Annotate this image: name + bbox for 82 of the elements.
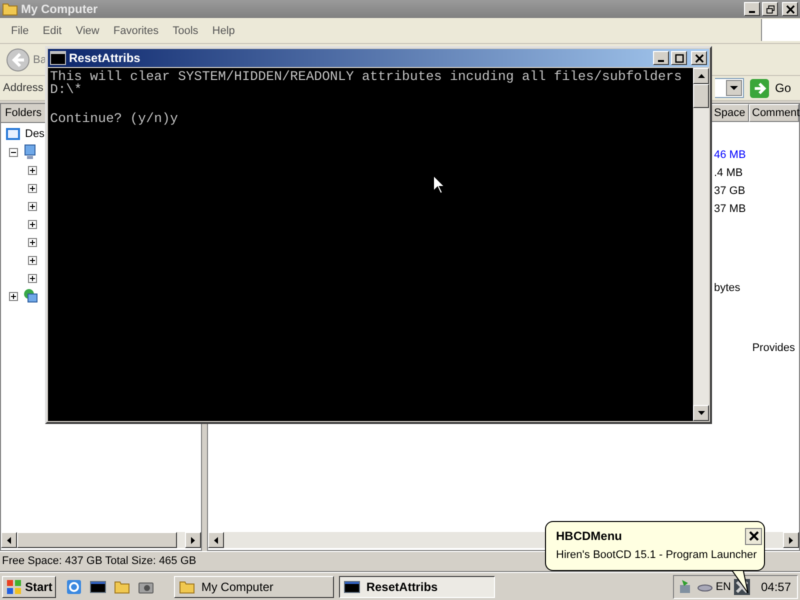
minimize-button[interactable] bbox=[653, 51, 669, 65]
restore-button[interactable] bbox=[762, 2, 778, 16]
address-field[interactable] bbox=[715, 78, 744, 98]
console-icon bbox=[50, 51, 66, 65]
close-icon bbox=[748, 531, 758, 541]
arrow-icon bbox=[750, 78, 769, 98]
right-arrow-icon bbox=[789, 536, 793, 544]
scroll-down-button[interactable] bbox=[693, 405, 709, 421]
menu-item[interactable]: Tools bbox=[166, 24, 206, 36]
scrollbar-thumb[interactable] bbox=[17, 532, 177, 548]
taskbar-label: ResetAttribs bbox=[366, 580, 438, 594]
scroll-right-button[interactable] bbox=[783, 532, 799, 548]
minimize-button[interactable] bbox=[744, 2, 760, 16]
expander-toggle[interactable] bbox=[28, 166, 37, 174]
menu-item[interactable]: Favorites bbox=[106, 24, 166, 36]
column-header[interactable]: Comment bbox=[749, 104, 799, 122]
menu-item[interactable]: Edit bbox=[36, 24, 69, 36]
table-cell: .4 MB bbox=[714, 167, 743, 179]
expander-toggle[interactable] bbox=[28, 238, 37, 246]
table-cell: 37 GB bbox=[714, 185, 746, 197]
taskbar-button[interactable]: ResetAttribs bbox=[339, 576, 496, 598]
left-arrow-icon bbox=[214, 536, 218, 544]
menu-item[interactable]: View bbox=[68, 24, 106, 36]
table-cell: Provides bbox=[752, 342, 795, 354]
caret-icon bbox=[730, 86, 738, 90]
scroll-left-button[interactable] bbox=[1, 532, 17, 548]
scroll-right-button[interactable] bbox=[185, 532, 201, 548]
console-icon bbox=[344, 578, 360, 594]
table-cell: 37 MB bbox=[714, 203, 746, 215]
console-line: This will clear SYSTEM/HIDDEN/READONLY attributes incuding all files/subfolders bbox=[50, 71, 683, 84]
window-title: My Computer bbox=[21, 2, 98, 16]
up-arrow-icon bbox=[698, 74, 704, 78]
desktop-icon bbox=[5, 126, 21, 142]
network-icon bbox=[22, 288, 38, 304]
expander-toggle[interactable] bbox=[9, 148, 18, 156]
browser-icon[interactable] bbox=[66, 578, 82, 594]
dropdown-button[interactable] bbox=[726, 80, 742, 96]
expander-toggle[interactable] bbox=[28, 184, 37, 192]
expander-toggle[interactable] bbox=[28, 202, 37, 210]
maximize-icon bbox=[674, 54, 684, 62]
minimize-icon bbox=[658, 60, 664, 62]
mouse-pointer-icon bbox=[433, 175, 445, 194]
menu-item[interactable]: File bbox=[4, 24, 36, 36]
taskbar-label: My Computer bbox=[201, 580, 274, 594]
tree-item[interactable]: Des bbox=[25, 128, 45, 140]
computer-icon bbox=[22, 144, 38, 160]
expander-toggle[interactable] bbox=[28, 256, 37, 264]
table-cell: 46 MB bbox=[714, 149, 746, 161]
tooltip-text: Hiren's BootCD 15.1 - Program Launcher bbox=[556, 548, 757, 562]
scrollbar-thumb[interactable] bbox=[693, 84, 709, 108]
address-label: Address bbox=[3, 82, 44, 94]
table-cell: bytes bbox=[714, 282, 740, 294]
scroll-up-button[interactable] bbox=[693, 68, 709, 84]
down-arrow-icon bbox=[698, 411, 704, 415]
folder-icon[interactable] bbox=[114, 578, 130, 594]
maximize-button[interactable] bbox=[671, 51, 687, 65]
start-button[interactable]: Start bbox=[2, 576, 56, 598]
left-arrow-icon bbox=[7, 536, 11, 544]
minimize-icon bbox=[749, 11, 755, 13]
folder-icon bbox=[2, 2, 18, 16]
right-arrow-icon bbox=[191, 536, 195, 544]
close-button[interactable] bbox=[745, 528, 762, 544]
console-line: D:\* bbox=[50, 84, 83, 97]
taskbar-button[interactable]: My Computer bbox=[174, 576, 334, 598]
close-icon bbox=[694, 54, 704, 62]
console-icon[interactable] bbox=[90, 578, 106, 594]
clock: 04:57 bbox=[760, 580, 791, 594]
window-title: ResetAttribs bbox=[69, 51, 140, 65]
language-indicator[interactable]: EN bbox=[716, 580, 731, 592]
folder-icon bbox=[179, 578, 196, 594]
scroll-left-button[interactable] bbox=[208, 532, 224, 548]
menu-item[interactable]: Help bbox=[205, 24, 242, 36]
expander-toggle[interactable] bbox=[28, 220, 37, 228]
console-line: Continue? (y/n)y bbox=[50, 113, 179, 126]
flag-icon bbox=[6, 578, 22, 594]
expander-toggle[interactable] bbox=[28, 274, 37, 282]
go-button[interactable]: Go bbox=[750, 78, 794, 98]
expander-toggle[interactable] bbox=[9, 292, 18, 300]
close-icon bbox=[786, 4, 794, 14]
throbber-panel bbox=[761, 19, 800, 41]
tooltip-title: HBCDMenu bbox=[556, 529, 622, 543]
restore-icon bbox=[766, 4, 774, 14]
